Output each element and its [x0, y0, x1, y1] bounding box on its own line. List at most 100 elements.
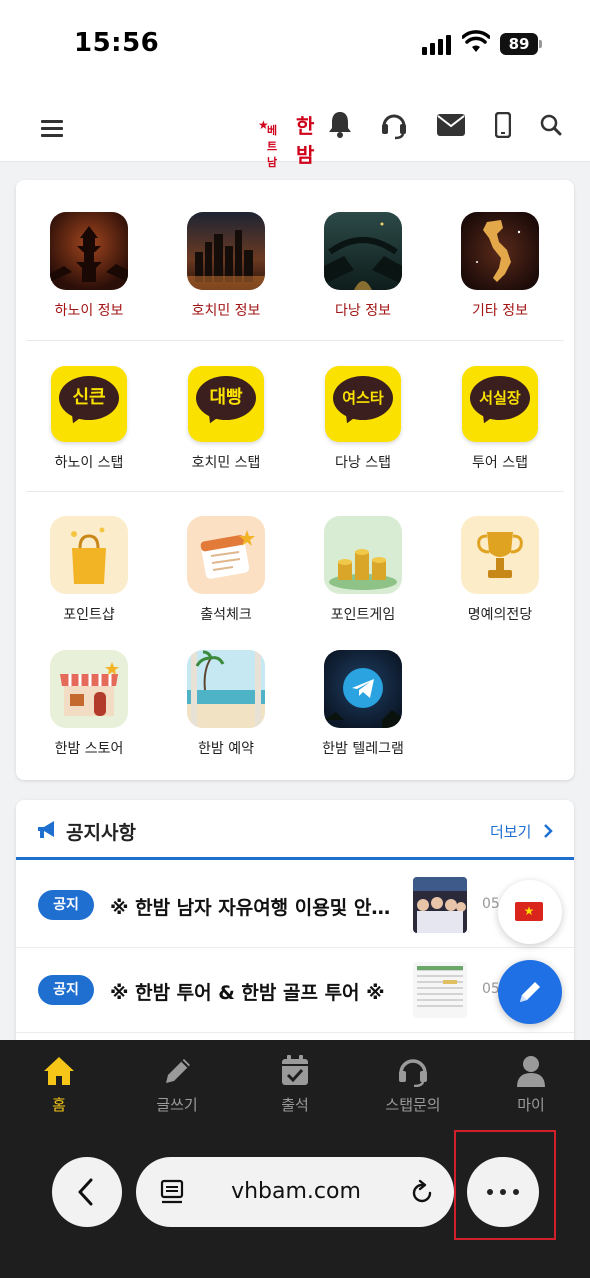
highlight-annotation: [454, 1130, 556, 1240]
battery-icon: 89: [500, 33, 538, 55]
store-icon: [50, 650, 128, 728]
menu-point-shop[interactable]: 포인트샵: [34, 516, 144, 624]
notice-row[interactable]: 공지 ※ 한밤 남자 자유여행 이용및 안… 05: [16, 863, 574, 948]
calendar-check-icon: [282, 1055, 308, 1085]
menu-hanoi-staff[interactable]: 신큰 하노이 스탭: [34, 366, 144, 472]
status-time: 15:56: [74, 28, 160, 58]
nav-staff-inquiry[interactable]: 스탭문의: [354, 1040, 472, 1130]
menu-danang-staff[interactable]: 여스타 다낭 스탭: [308, 366, 418, 472]
danang-bridge-icon: [324, 212, 402, 290]
menu-label: 하노이 스탭: [54, 455, 124, 471]
language-flag-button[interactable]: ★: [498, 880, 562, 944]
kakao-chat-icon: 신큰: [51, 366, 127, 442]
nav-home[interactable]: 홈: [0, 1040, 118, 1130]
hochiminh-skyline-icon: [187, 212, 265, 290]
notice-thumbnail[interactable]: [413, 877, 467, 933]
menu-tour-staff[interactable]: 서실장 투어 스탭: [445, 366, 555, 472]
notice-thumbnail[interactable]: [413, 962, 467, 1018]
menu-card: 하노이 정보 호치민 정보 다낭 정보 기타 정보 신큰 하노이 스탭 대빵 호…: [16, 180, 574, 780]
notice-more-link[interactable]: 더보기: [490, 821, 531, 842]
notice-card: 공지사항 더보기 공지 ※ 한밤 남자 자유여행 이용및 안… 05 공지 ※ …: [16, 800, 574, 1060]
vietnam-flag-icon: ★: [515, 902, 543, 921]
menu-hanbam-booking[interactable]: 한밤 예약: [171, 650, 281, 758]
menu-label: 하노이 정보: [54, 303, 124, 319]
nav-label: 홈: [52, 1096, 66, 1114]
pencil-icon: [520, 982, 540, 1002]
menu-label: 포인트게임: [330, 607, 396, 623]
menu-label: 투어 스탭: [472, 455, 528, 471]
coins-icon: [324, 516, 402, 594]
kakao-chat-icon: 서실장: [462, 366, 538, 442]
headset-icon: [399, 1059, 427, 1087]
notice-text[interactable]: ※ 한밤 남자 자유여행 이용및 안…: [110, 893, 390, 920]
reader-mode-icon[interactable]: [160, 1179, 184, 1205]
vietnam-map-icon: [461, 212, 539, 290]
nav-label: 출석: [281, 1096, 309, 1114]
reload-icon[interactable]: [410, 1179, 434, 1205]
menu-label: 명예의전당: [467, 607, 533, 623]
menu-danang-info[interactable]: 다낭 정보: [308, 212, 418, 320]
chevron-left-icon: [78, 1178, 93, 1206]
menu-label: 다낭 스탭: [335, 455, 391, 471]
chevron-right-icon[interactable]: [543, 824, 553, 838]
browser-toolbar: vhbam.com: [0, 1130, 590, 1278]
divider: [26, 340, 564, 341]
browser-back-button[interactable]: [52, 1157, 122, 1227]
menu-hochiminh-staff[interactable]: 대빵 호치민 스탭: [171, 366, 281, 472]
address-bar[interactable]: vhbam.com: [136, 1157, 454, 1227]
notice-text[interactable]: ※ 한밤 투어 & 한밤 골프 투어 ※: [110, 978, 390, 1005]
nav-my[interactable]: 마이: [472, 1040, 590, 1130]
menu-label: 포인트샵: [63, 607, 115, 623]
menu-hanoi-info[interactable]: 하노이 정보: [34, 212, 144, 320]
menu-label: 호치민 정보: [191, 303, 261, 319]
nav-write[interactable]: 글쓰기: [118, 1040, 236, 1130]
nav-label: 스탭문의: [385, 1096, 441, 1114]
write-post-button[interactable]: [498, 960, 562, 1024]
menu-other-info[interactable]: 기타 정보: [445, 212, 555, 320]
menu-label: 한밤 스토어: [54, 741, 124, 757]
status-bar: 15:56 89: [0, 0, 590, 90]
logo-small-text: 베트남: [267, 124, 278, 169]
kakao-bubble-text: 여스타: [342, 389, 384, 407]
kakao-bubble-text: 신큰: [72, 387, 106, 408]
bell-icon[interactable]: [327, 110, 353, 138]
menu-label: 기타 정보: [472, 303, 528, 319]
app-header: ★ 베트남 한밤: [0, 90, 590, 169]
notice-badge: 공지: [38, 890, 94, 920]
battery-tip: [539, 40, 542, 48]
megaphone-icon: [38, 821, 54, 838]
kakao-chat-icon: 여스타: [325, 366, 401, 442]
menu-icon[interactable]: [41, 120, 63, 138]
mail-icon[interactable]: [437, 114, 465, 136]
url-text[interactable]: vhbam.com: [206, 1179, 386, 1204]
beach-resort-icon: [187, 650, 265, 728]
logo-main-text: 한밤: [296, 114, 315, 167]
menu-hanbam-store[interactable]: 한밤 스토어: [34, 650, 144, 758]
cellular-signal-icon: [422, 33, 452, 55]
hanoi-pagoda-icon: [50, 212, 128, 290]
menu-label: 호치민 스탭: [191, 455, 261, 471]
notice-row[interactable]: 공지 ※ 한밤 투어 & 한밤 골프 투어 ※ 05: [16, 948, 574, 1033]
nav-label: 글쓰기: [156, 1096, 198, 1114]
nav-attendance[interactable]: 출석: [236, 1040, 354, 1130]
menu-hanbam-telegram[interactable]: 한밤 텔레그램: [308, 650, 418, 758]
wifi-icon: [462, 30, 490, 52]
bottom-nav: 홈 글쓰기 출석 스탭문의 마이: [0, 1040, 590, 1130]
menu-label: 한밤 예약: [198, 741, 254, 757]
trophy-icon: [461, 516, 539, 594]
user-icon: [517, 1056, 545, 1087]
menu-label: 출석체크: [200, 607, 252, 623]
search-icon[interactable]: [540, 114, 562, 136]
home-icon: [44, 1057, 74, 1085]
menu-hochiminh-info[interactable]: 호치민 정보: [171, 212, 281, 320]
kakao-bubble-text: 대빵: [209, 387, 243, 408]
menu-label: 한밤 텔레그램: [322, 741, 404, 757]
notice-badge: 공지: [38, 975, 94, 1005]
phone-icon[interactable]: [495, 112, 511, 138]
headset-icon[interactable]: [380, 110, 408, 140]
menu-point-game[interactable]: 포인트게임: [308, 516, 418, 624]
menu-attendance[interactable]: 출석체크: [171, 516, 281, 624]
menu-hall-of-fame[interactable]: 명예의전당: [445, 516, 555, 624]
notice-title: 공지사항: [66, 822, 136, 844]
kakao-bubble-text: 서실장: [479, 389, 521, 407]
